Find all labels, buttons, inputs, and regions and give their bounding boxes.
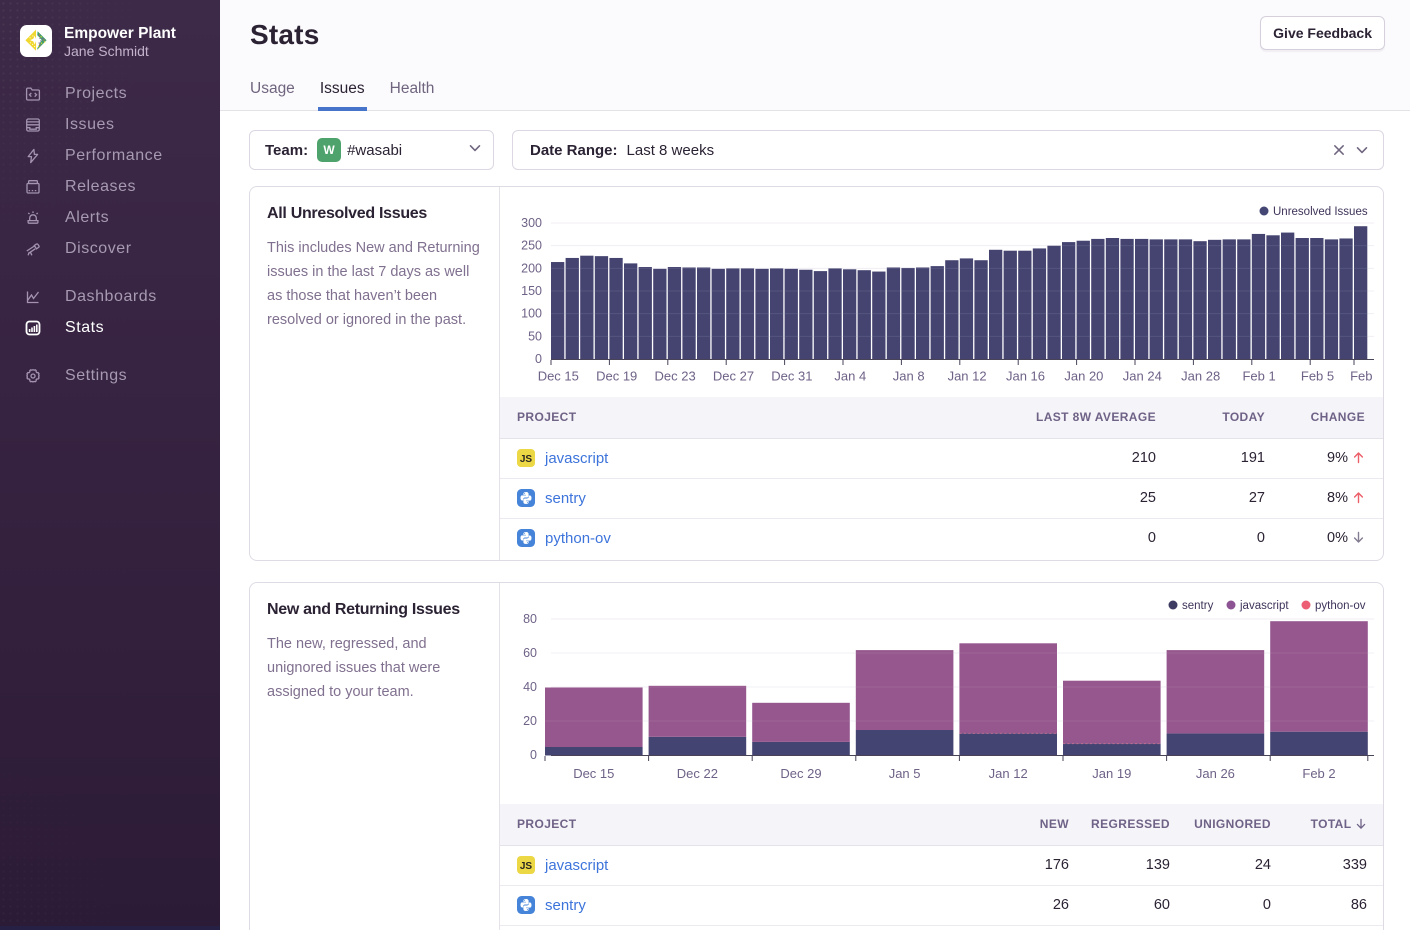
svg-text:Jan 19: Jan 19 xyxy=(1092,766,1131,781)
svg-text:sentry: sentry xyxy=(1182,600,1214,612)
svg-text:Unresolved Issues: Unresolved Issues xyxy=(1273,206,1368,218)
svg-text:Dec 22: Dec 22 xyxy=(677,766,718,781)
svg-text:Jan 8: Jan 8 xyxy=(893,369,925,384)
svg-text:Jan 16: Jan 16 xyxy=(1006,369,1045,384)
svg-text:Dec 31: Dec 31 xyxy=(771,369,812,384)
svg-text:javascript: javascript xyxy=(1239,600,1289,612)
svg-text:Feb: Feb xyxy=(1350,369,1372,384)
svg-text:0: 0 xyxy=(535,352,542,366)
svg-text:Feb 1: Feb 1 xyxy=(1242,369,1275,384)
svg-text:Jan 12: Jan 12 xyxy=(948,369,987,384)
svg-text:Dec 29: Dec 29 xyxy=(780,766,821,781)
svg-text:Feb 5: Feb 5 xyxy=(1301,369,1334,384)
svg-text:Dec 15: Dec 15 xyxy=(538,369,579,384)
svg-text:Jan 4: Jan 4 xyxy=(834,369,866,384)
svg-text:Jan 24: Jan 24 xyxy=(1123,369,1162,384)
svg-text:Dec 27: Dec 27 xyxy=(713,369,754,384)
svg-text:JS: JS xyxy=(520,861,533,872)
svg-text:Dec 19: Dec 19 xyxy=(596,369,637,384)
svg-text:40: 40 xyxy=(523,680,537,694)
svg-text:80: 80 xyxy=(523,612,537,626)
svg-text:20: 20 xyxy=(523,714,537,728)
svg-text:200: 200 xyxy=(521,261,542,275)
svg-text:Feb 2: Feb 2 xyxy=(1302,766,1335,781)
svg-text:Jan 20: Jan 20 xyxy=(1064,369,1103,384)
svg-text:Jan 12: Jan 12 xyxy=(989,766,1028,781)
svg-text:Dec 23: Dec 23 xyxy=(654,369,695,384)
svg-text:50: 50 xyxy=(528,329,542,343)
svg-text:100: 100 xyxy=(521,307,542,321)
svg-text:60: 60 xyxy=(523,646,537,660)
svg-text:0: 0 xyxy=(530,748,537,762)
svg-text:python-ov: python-ov xyxy=(1315,600,1366,612)
svg-text:300: 300 xyxy=(521,216,542,230)
svg-text:Jan 5: Jan 5 xyxy=(889,766,921,781)
svg-text:Jan 26: Jan 26 xyxy=(1196,766,1235,781)
svg-text:Jan 28: Jan 28 xyxy=(1181,369,1220,384)
svg-text:JS: JS xyxy=(520,454,533,465)
svg-text:Dec 15: Dec 15 xyxy=(573,766,614,781)
svg-text:150: 150 xyxy=(521,284,542,298)
svg-text:250: 250 xyxy=(521,239,542,253)
